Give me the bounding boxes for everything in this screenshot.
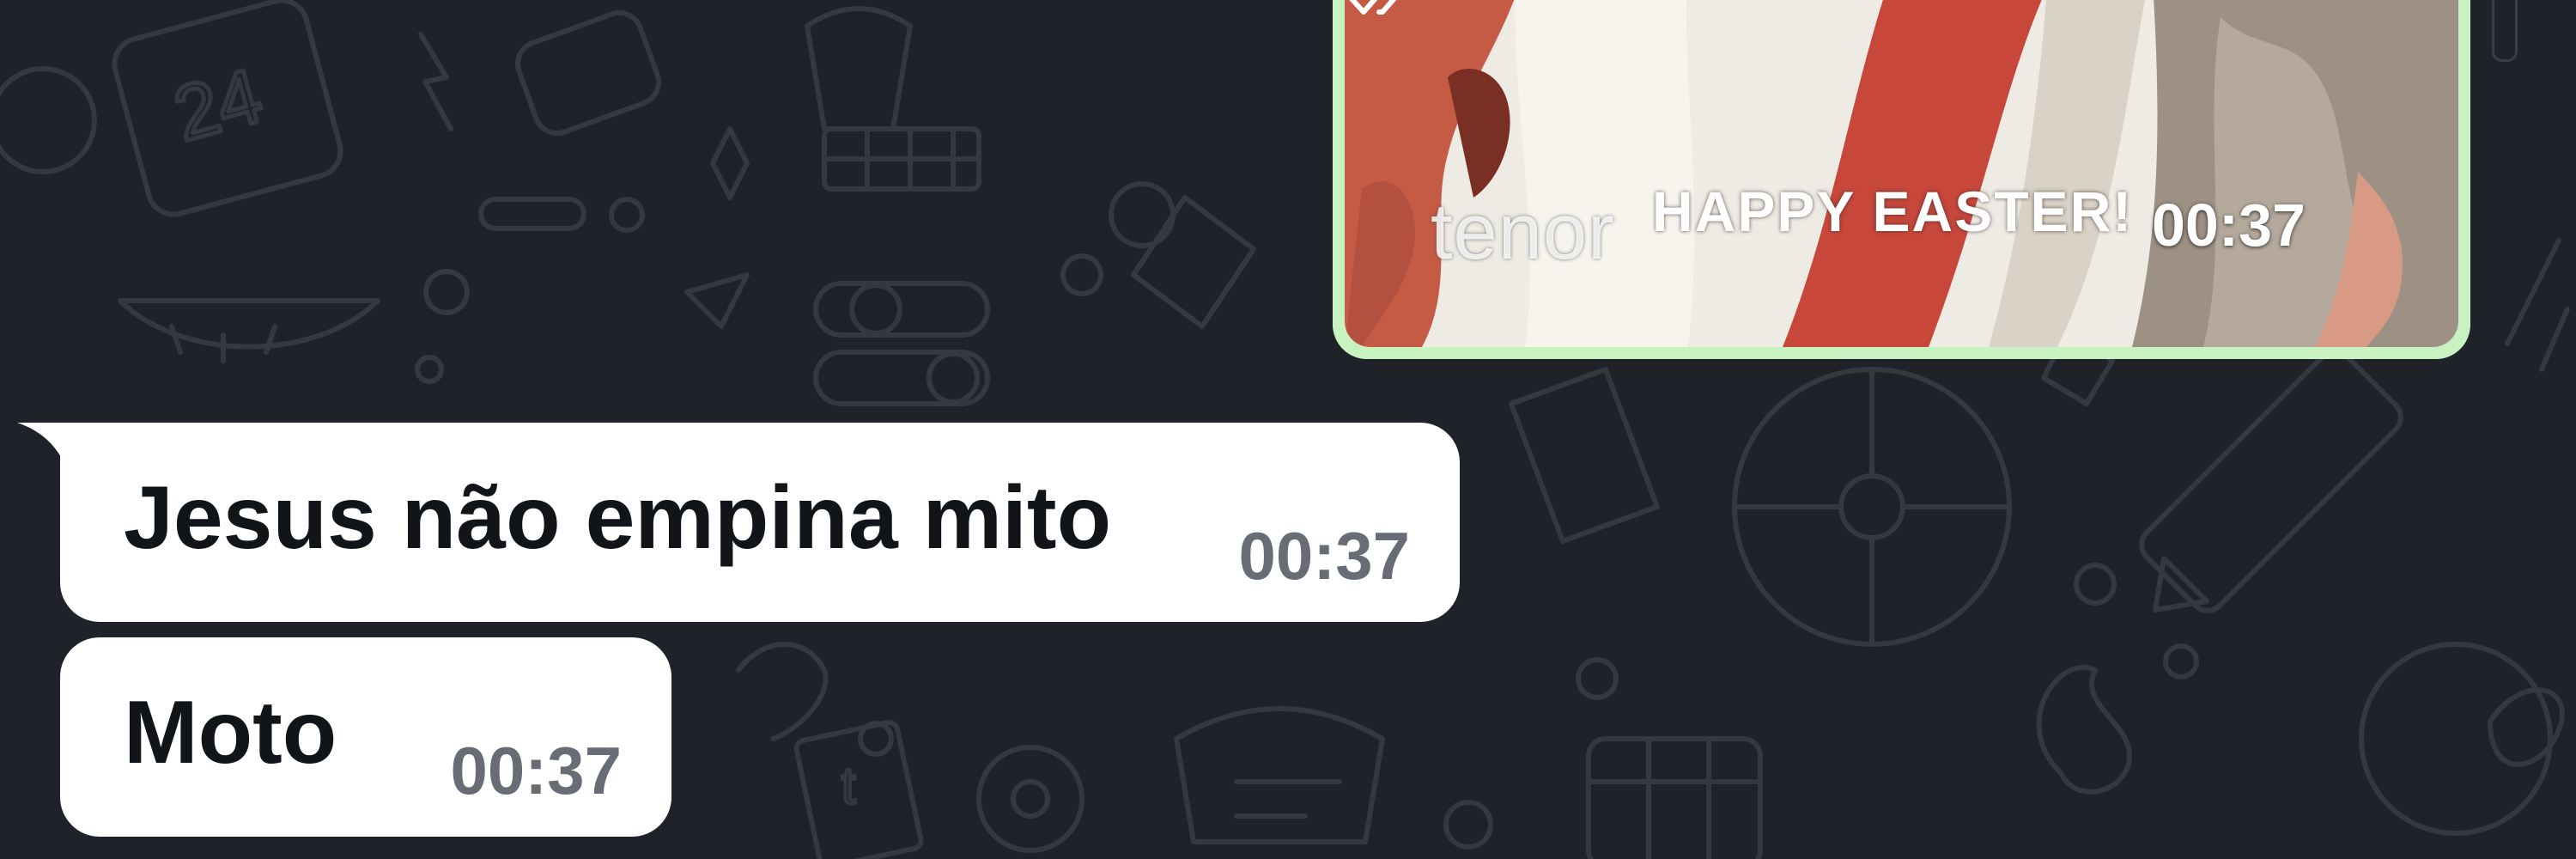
gif-image <box>1345 0 2458 347</box>
double-check-icon <box>1349 0 1397 15</box>
gif-preview[interactable]: tenor HAPPY EASTER! 00:37 <box>1345 0 2458 347</box>
tenor-watermark: tenor <box>1431 188 1615 276</box>
message-timestamp: 00:37 <box>1238 518 1411 594</box>
incoming-message[interactable]: Moto 00:37 <box>60 637 671 837</box>
svg-text:t: t <box>841 757 856 814</box>
gif-caption: HAPPY EASTER! <box>1652 180 2134 243</box>
message-timestamp: 00:37 <box>2151 192 2306 259</box>
message-timestamp: 00:37 <box>450 733 623 808</box>
incoming-message[interactable]: Jesus não empina mito 00:37 <box>60 423 1460 622</box>
scrollbar-handle[interactable] <box>2492 0 2518 62</box>
message-text: Moto <box>124 683 337 783</box>
message-text: Jesus não empina mito <box>124 468 1112 568</box>
svg-text:24: 24 <box>166 52 271 158</box>
outgoing-gif-message[interactable]: tenor HAPPY EASTER! 00:37 <box>1333 0 2470 359</box>
